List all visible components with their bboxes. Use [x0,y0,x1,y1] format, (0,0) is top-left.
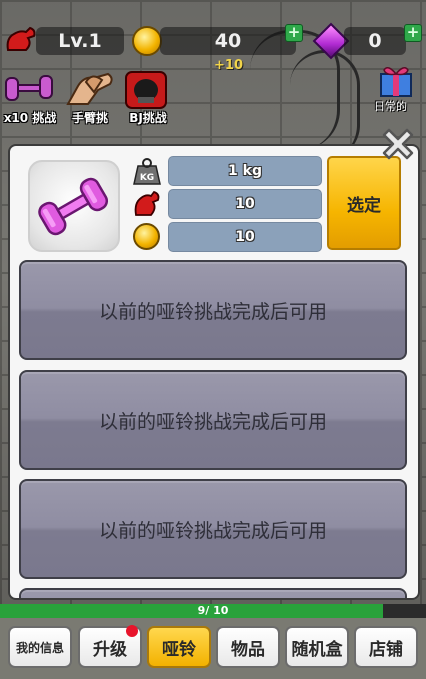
level-display: Lv.1 [36,27,124,55]
locked-slot: 以前的哑铃挑战完成后可用 [19,370,407,470]
strength-row: 10 [132,189,322,219]
flexed-arm-icon [134,190,160,216]
nav-items[interactable]: 物品 [216,626,280,668]
boxing-glove-icon [125,71,167,109]
add-coins-button[interactable]: + [285,24,303,42]
svg-text:KG: KG [140,173,154,183]
flexed-arm-icon [6,26,36,51]
pink-dumbbell-icon [38,177,109,236]
strength-value: 10 [168,189,322,219]
dumbbell-preview [28,160,120,252]
locked-slot: 以前的哑铃挑战完成后可用 [19,479,407,579]
progress-text: 9/ 10 [197,604,229,617]
challenge-label: x10 挑战 [3,111,57,125]
nav-dumbbell[interactable]: 哑铃 [147,626,211,668]
nav-random-box[interactable]: 随机盒 [285,626,349,668]
locked-slot-partial [19,588,407,598]
coin-display: 40 [160,27,296,55]
dumbbell-icon [5,75,53,101]
bottom-nav: 我的信息 升级 哑铃 物品 随机盒 店铺 [0,618,426,679]
gift-icon[interactable] [378,64,414,98]
daily-reward-label: 日常的 [374,100,407,113]
cost-row: 10 [132,222,322,252]
kg-weight-icon: KG [133,158,161,185]
dumbbell-panel: KG 1 kg 10 10 选定 以前的哑铃挑战完成后可用 以前的哑铃挑战完成后… [10,146,418,598]
nav-upgrade-label: 升级 [93,639,127,660]
select-button[interactable]: 选定 [327,156,401,250]
locked-slot: 以前的哑铃挑战完成后可用 [19,260,407,360]
challenge-label: BJ挑战 [129,111,167,125]
level-text: Lv.1 [58,30,102,52]
gem-display: 0 [344,27,406,55]
nav-upgrade[interactable]: 升级 [78,625,142,668]
top-status-bar: Lv.1 40 + 0 + [0,22,426,60]
nav-shop[interactable]: 店铺 [354,626,418,668]
nav-my-info[interactable]: 我的信息 [8,626,72,668]
notification-dot [126,625,138,637]
add-gems-button[interactable]: + [404,24,422,42]
challenge-x10[interactable]: x10 挑战 [4,70,56,126]
close-icon[interactable] [376,122,420,166]
weight-value: 1 kg [168,156,322,186]
challenge-armwrestle[interactable]: 手臂挑 [64,70,116,126]
coin-bonus: +10 [214,58,243,73]
challenge-label: 手臂挑 [71,111,108,125]
progress-bar: 9/ 10 [0,604,426,618]
armwrestle-icon [66,72,113,105]
coin-count: 40 [214,30,242,52]
cost-value: 10 [168,222,322,252]
challenge-boxing[interactable]: BJ挑战 [122,70,174,126]
weight-row: KG 1 kg [132,156,322,186]
coin-icon [132,26,162,56]
coin-icon [133,223,160,250]
gem-count: 0 [368,30,382,52]
